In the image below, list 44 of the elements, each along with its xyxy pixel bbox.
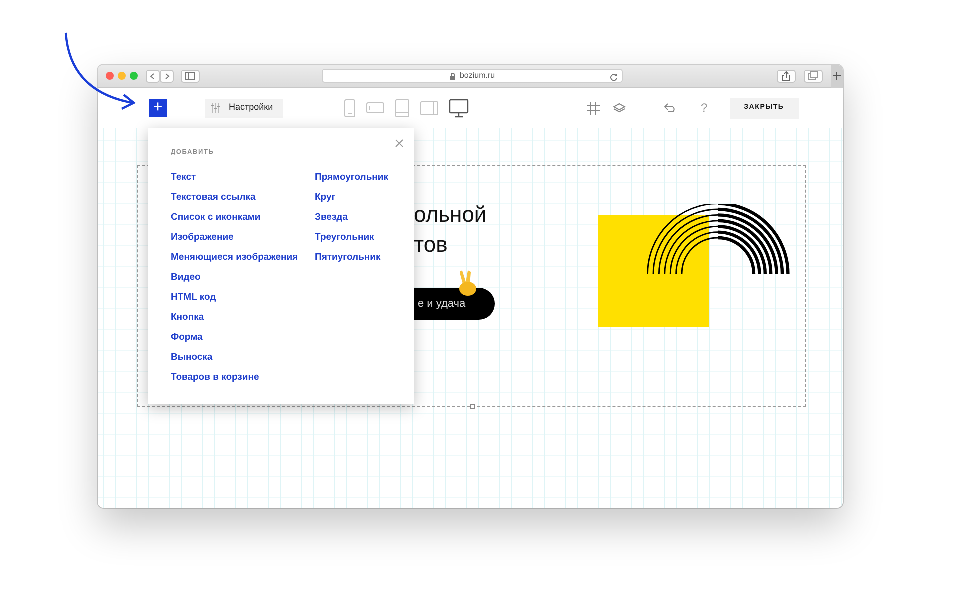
sidebar-button[interactable] [180,70,200,82]
menu-item[interactable]: Кнопка [171,311,315,331]
lock-icon [450,72,456,80]
menu-item[interactable]: Текст [171,171,315,191]
menu-item[interactable]: Круг [315,191,389,211]
victory-hand-icon [457,270,479,297]
menu-item[interactable]: Товаров в корзине [171,371,315,391]
menu-item[interactable]: Пятиугольник [315,251,389,271]
close-window-icon[interactable] [106,72,114,80]
forward-button[interactable] [160,70,174,82]
menu-item[interactable]: Выноска [171,351,315,371]
settings-button[interactable]: Настройки [205,98,283,118]
heading-text: ольной [414,201,488,229]
menu-item[interactable]: Текстовая ссылка [171,191,315,211]
back-button[interactable] [146,70,160,82]
menu-item[interactable]: Звезда [315,211,389,231]
tabs-button[interactable] [804,70,824,82]
close-icon[interactable] [395,139,404,148]
share-button[interactable] [777,70,796,82]
undo-icon[interactable] [664,103,677,113]
new-tab-button[interactable] [831,65,843,88]
layers-icon[interactable] [613,102,626,114]
plus-icon [833,72,842,80]
menu-item[interactable]: Форма [171,331,315,351]
menu-item[interactable]: Список с иконками [171,211,315,231]
menu-item[interactable]: Треугольник [315,231,389,251]
heading-text: тов [414,231,449,259]
add-button[interactable]: + [149,99,167,117]
zoom-window-icon[interactable] [130,72,138,80]
grid-icon[interactable] [587,102,600,114]
desktop-view-icon[interactable] [449,98,469,118]
tabs-icon [808,70,820,82]
menu-item[interactable]: Меняющиеся изображения [171,251,315,271]
share-icon [782,70,792,82]
menu-item[interactable]: Видео [171,271,315,291]
menu-item[interactable]: Изображение [171,231,315,251]
address-bar[interactable]: bozium.ru [322,69,624,83]
resize-handle[interactable] [470,404,475,409]
reload-icon[interactable] [610,73,618,81]
cta-button[interactable]: е и удача [414,288,495,320]
sliders-icon [211,103,221,113]
sidebar-icon [184,70,196,82]
menu-item[interactable]: Прямоугольник [315,171,389,191]
menu-item[interactable]: HTML код [171,291,315,311]
